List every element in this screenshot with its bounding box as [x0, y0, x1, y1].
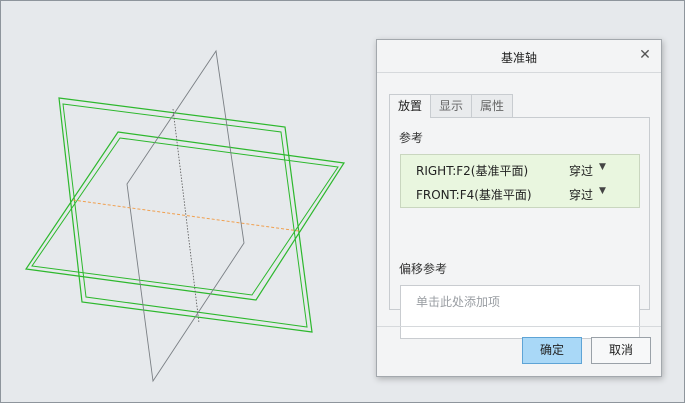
reference-row-right[interactable]: RIGHT:F2(基准平面) 穿过 ▼	[401, 157, 639, 181]
footer-divider	[377, 326, 661, 327]
dropdown-arrow-icon[interactable]: ▼	[599, 186, 606, 196]
datum-plane-front-inner	[62, 103, 308, 328]
placement-panel: 参考 RIGHT:F2(基准平面) 穿过 ▼ FRONT:F4(基准平面) 穿过…	[389, 117, 650, 339]
tab-properties[interactable]: 属性	[471, 94, 514, 117]
datum-plane-right[interactable]	[126, 49, 245, 383]
datum-axis-line[interactable]	[72, 199, 300, 232]
offset-references-list[interactable]: 单击此处添加项	[400, 285, 640, 339]
reference-name: FRONT:F4(基准平面)	[416, 188, 532, 202]
reference-name: RIGHT:F2(基准平面)	[416, 164, 529, 178]
datum-axis-dialog: 基准轴 ✕ 放置 显示 属性 参考 RIGHT:F2(基准平面) 穿过 ▼ FR…	[376, 39, 662, 377]
dropdown-arrow-icon[interactable]: ▼	[599, 162, 606, 172]
ok-button[interactable]: 确定	[522, 337, 582, 364]
cancel-button[interactable]: 取消	[591, 337, 651, 364]
close-icon[interactable]: ✕	[637, 47, 653, 63]
dialog-tabs: 放置 显示 属性	[389, 94, 514, 118]
references-label: 参考	[399, 131, 424, 145]
datum-plane-front[interactable]	[58, 97, 313, 333]
offset-placeholder-text: 单击此处添加项	[416, 295, 501, 309]
dialog-title: 基准轴	[500, 51, 537, 65]
references-list[interactable]: RIGHT:F2(基准平面) 穿过 ▼ FRONT:F4(基准平面) 穿过 ▼	[400, 154, 640, 208]
reference-constraint-type[interactable]: 穿过	[569, 186, 593, 203]
reference-constraint-type[interactable]: 穿过	[569, 162, 593, 179]
dialog-titlebar[interactable]: 基准轴 ✕	[377, 40, 661, 73]
offset-references-label: 偏移参考	[399, 262, 448, 276]
tab-display[interactable]: 显示	[430, 94, 473, 117]
tab-placement[interactable]: 放置	[389, 94, 432, 118]
reference-row-front[interactable]: FRONT:F4(基准平面) 穿过 ▼	[401, 181, 639, 205]
